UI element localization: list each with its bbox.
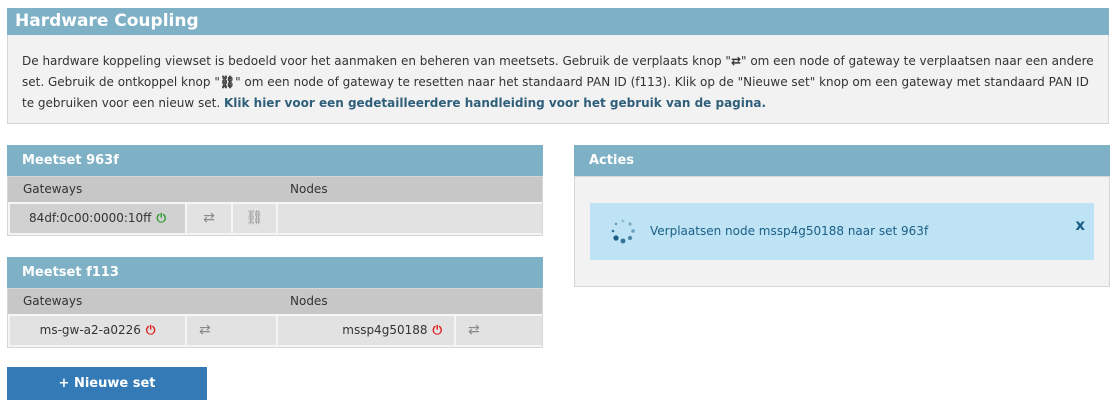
table-row: 84df:0c00:0000:10ff ⏻ ⇄ ⛓ [8,202,542,233]
gateways-column-header: Gateways [23,294,83,308]
unlink-icon: ⛓ [245,210,264,226]
acties-header: Acties [574,145,1110,176]
table-header: Gateways Nodes [8,289,542,314]
page-title: Hardware Coupling [7,8,1109,35]
meetset-963f-header: Meetset 963f [7,145,543,176]
table-header: Gateways Nodes [8,177,542,202]
move-icon: ⇄ [730,54,741,68]
move-icon: ⇄ [199,322,211,338]
gateway-id: 84df:0c00:0000:10ff [29,211,152,225]
nodes-cell [278,204,542,233]
move-icon: ⇄ [203,210,215,226]
meetset-f113-header: Meetset f113 [7,257,543,288]
new-set-label: Nieuwe set [73,376,156,391]
power-icon[interactable]: ⏻ [433,323,443,337]
intro-panel: De hardware koppeling viewset is bedoeld… [7,35,1109,124]
loading-spinner-icon [611,219,635,244]
manual-link[interactable]: Klik hier voor een gedetailleerdere hand… [224,96,766,110]
move-node-button[interactable]: ⇄ [456,316,542,345]
power-icon[interactable]: ⏻ [146,323,156,337]
power-icon[interactable]: ⏻ [156,211,166,225]
acties-panel: Verplaatsen node mssp4g50188 naar set 96… [574,176,1110,287]
nodes-column-header: Nodes [290,294,328,308]
table-row: ms-gw-a2-a0226 ⏻ ⇄ mssp4g50188 ⏻ ⇄ [8,314,542,345]
move-gateway-button[interactable]: ⇄ [187,204,231,233]
close-icon[interactable]: x [1075,216,1085,234]
move-gateway-button[interactable]: ⇄ [187,316,276,345]
gateway-cell: 84df:0c00:0000:10ff ⏻ [10,204,185,233]
gateway-id: ms-gw-a2-a0226 [39,323,141,337]
node-cell: mssp4g50188 ⏻ [278,316,454,345]
gateways-column-header: Gateways [23,182,83,196]
node-id: mssp4g50188 [342,323,428,337]
meetset-963f-table: Gateways Nodes 84df:0c00:0000:10ff ⏻ ⇄ ⛓ [7,176,543,236]
nodes-column-header: Nodes [290,182,328,196]
plus-icon: + [58,376,70,391]
intro-text-1: De hardware koppeling viewset is bedoeld… [22,54,731,68]
unlink-icon: ⛓ [219,75,236,89]
move-icon: ⇄ [468,322,480,338]
new-set-button[interactable]: + Nieuwe set [7,367,207,400]
alert-message: Verplaatsen node mssp4g50188 naar set 96… [650,224,929,238]
unlink-gateway-button[interactable]: ⛓ [233,204,276,233]
action-alert: Verplaatsen node mssp4g50188 naar set 96… [590,203,1094,260]
gateway-cell: ms-gw-a2-a0226 ⏻ [10,316,185,345]
meetset-f113-table: Gateways Nodes ms-gw-a2-a0226 ⏻ ⇄ mssp4g5… [7,288,543,348]
